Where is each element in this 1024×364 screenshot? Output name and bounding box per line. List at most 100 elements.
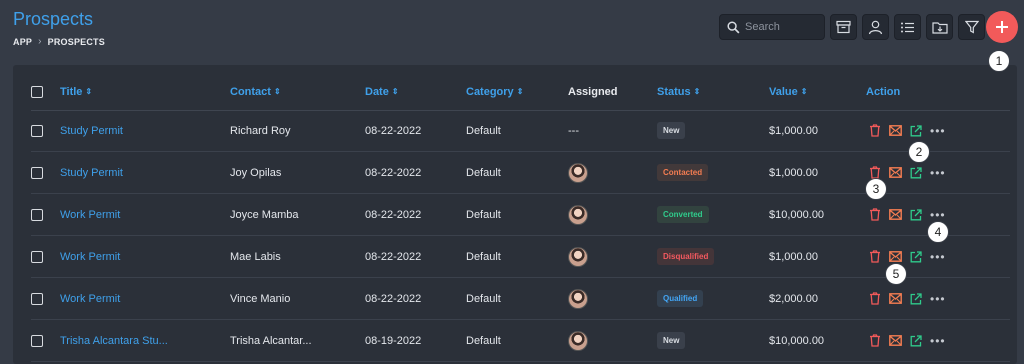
contact-name: Trisha Alcantar... bbox=[230, 334, 312, 347]
email-icon[interactable] bbox=[889, 251, 902, 262]
row-checkbox[interactable] bbox=[31, 124, 43, 137]
avatar[interactable] bbox=[568, 330, 588, 351]
table-row: Work Permit Mae Labis 08-22-2022 Default… bbox=[31, 236, 1010, 278]
more-options-icon[interactable]: ••• bbox=[930, 293, 946, 305]
sort-icon: ⇕ bbox=[85, 87, 93, 96]
download-icon bbox=[931, 22, 948, 34]
category-cell: Default bbox=[466, 166, 501, 179]
status-badge: Converted bbox=[657, 206, 709, 223]
column-header-category[interactable]: Category ⇕ bbox=[466, 73, 523, 110]
email-icon[interactable] bbox=[889, 167, 902, 178]
contact-name: Vince Manio bbox=[230, 292, 291, 305]
toolbar bbox=[719, 14, 985, 40]
assigned-cell bbox=[568, 194, 588, 235]
trash-icon[interactable] bbox=[869, 292, 881, 305]
column-header-title[interactable]: Title ⇕ bbox=[60, 73, 92, 110]
column-header-contact[interactable]: Contact ⇕ bbox=[230, 73, 281, 110]
prospect-title-link[interactable]: Study Permit bbox=[60, 110, 123, 151]
trash-icon[interactable] bbox=[869, 250, 881, 263]
column-header-value[interactable]: Value ⇕ bbox=[769, 73, 807, 110]
value-cell: $10,000.00 bbox=[769, 334, 825, 347]
assigned-empty: --- bbox=[568, 124, 579, 137]
page-title: Prospects bbox=[13, 9, 94, 29]
more-options-icon[interactable]: ••• bbox=[930, 167, 946, 179]
column-header-status[interactable]: Status ⇕ bbox=[657, 73, 700, 110]
table-row: Work Permit Vince Manio 08-22-2022 Defau… bbox=[31, 278, 1010, 320]
more-options-icon[interactable]: ••• bbox=[930, 209, 946, 221]
email-icon[interactable] bbox=[889, 125, 902, 136]
add-prospect-button[interactable] bbox=[986, 11, 1018, 43]
avatar[interactable] bbox=[568, 162, 588, 183]
callout-marker: 5 bbox=[885, 263, 907, 285]
column-header-assigned: Assigned bbox=[568, 85, 618, 98]
avatar[interactable] bbox=[568, 288, 588, 309]
row-checkbox[interactable] bbox=[31, 208, 43, 221]
avatar[interactable] bbox=[568, 204, 588, 225]
open-external-icon[interactable] bbox=[910, 208, 922, 221]
list-view-button[interactable] bbox=[894, 14, 921, 40]
filter-button[interactable] bbox=[958, 14, 985, 40]
status-cell: New bbox=[657, 320, 686, 361]
status-cell: Disqualified bbox=[657, 236, 715, 277]
date-cell: 08-22-2022 bbox=[365, 208, 422, 221]
search-input[interactable] bbox=[745, 21, 815, 33]
column-header-action: Action bbox=[866, 85, 901, 98]
trash-icon[interactable] bbox=[869, 124, 881, 137]
prospect-title-link[interactable]: Trisha Alcantara Stu... bbox=[60, 320, 168, 361]
table-row: Work Permit Joyce Mamba 08-22-2022 Defau… bbox=[31, 194, 1010, 236]
assigned-cell bbox=[568, 236, 588, 277]
row-checkbox[interactable] bbox=[31, 334, 43, 347]
table-row: Study Permit Joy Opilas 08-22-2022 Defau… bbox=[31, 152, 1010, 194]
sort-icon: ⇕ bbox=[391, 87, 399, 96]
date-cell: 08-22-2022 bbox=[365, 124, 422, 137]
open-external-icon[interactable] bbox=[910, 124, 922, 137]
category-cell: Default bbox=[466, 208, 501, 221]
row-actions: ••• bbox=[869, 110, 946, 151]
search-icon bbox=[727, 20, 740, 33]
list-icon bbox=[901, 22, 914, 32]
row-actions: ••• bbox=[869, 278, 946, 319]
download-button[interactable] bbox=[926, 14, 953, 40]
sort-icon: ⇕ bbox=[800, 87, 808, 96]
avatar[interactable] bbox=[568, 246, 588, 267]
prospect-title-link[interactable]: Work Permit bbox=[60, 278, 120, 319]
filter-icon bbox=[964, 20, 979, 34]
more-options-icon[interactable]: ••• bbox=[930, 335, 946, 347]
prospect-title-link[interactable]: Work Permit bbox=[60, 194, 120, 235]
open-external-icon[interactable] bbox=[910, 166, 922, 179]
breadcrumb-app[interactable]: APP bbox=[13, 37, 32, 47]
row-checkbox[interactable] bbox=[31, 250, 43, 263]
status-badge: Qualified bbox=[657, 290, 704, 307]
date-cell: 08-22-2022 bbox=[365, 250, 422, 263]
assign-user-button[interactable] bbox=[862, 14, 889, 40]
prospect-title-link[interactable]: Work Permit bbox=[60, 236, 120, 277]
trash-icon[interactable] bbox=[869, 334, 881, 347]
trash-icon[interactable] bbox=[869, 208, 881, 221]
email-icon[interactable] bbox=[889, 293, 902, 304]
open-external-icon[interactable] bbox=[910, 334, 922, 347]
email-icon[interactable] bbox=[889, 335, 902, 346]
assigned-cell bbox=[568, 278, 588, 319]
select-all-checkbox[interactable] bbox=[31, 85, 43, 98]
value-cell: $1,000.00 bbox=[769, 124, 818, 137]
contact-name: Mae Labis bbox=[230, 250, 281, 263]
more-options-icon[interactable]: ••• bbox=[930, 251, 946, 263]
callout-marker: 3 bbox=[865, 178, 887, 200]
open-external-icon[interactable] bbox=[910, 250, 922, 263]
open-external-icon[interactable] bbox=[910, 292, 922, 305]
table-header-row: Title ⇕ Contact ⇕ Date ⇕ Category ⇕ Assigned… bbox=[31, 73, 1010, 111]
status-badge: New bbox=[657, 332, 686, 349]
table-row: Trisha Alcantara Stu... Trisha Alcantar.… bbox=[31, 320, 1010, 362]
prospect-title-link[interactable]: Study Permit bbox=[60, 152, 123, 193]
row-checkbox[interactable] bbox=[31, 292, 43, 305]
search-box[interactable] bbox=[719, 14, 825, 40]
category-cell: Default bbox=[466, 124, 501, 137]
more-options-icon[interactable]: ••• bbox=[930, 125, 946, 137]
column-header-date[interactable]: Date ⇕ bbox=[365, 73, 399, 110]
archive-button[interactable] bbox=[830, 14, 857, 40]
contact-name: Richard Roy bbox=[230, 124, 291, 137]
row-checkbox[interactable] bbox=[31, 166, 43, 179]
email-icon[interactable] bbox=[889, 209, 902, 220]
assigned-cell bbox=[568, 152, 588, 193]
category-cell: Default bbox=[466, 334, 501, 347]
